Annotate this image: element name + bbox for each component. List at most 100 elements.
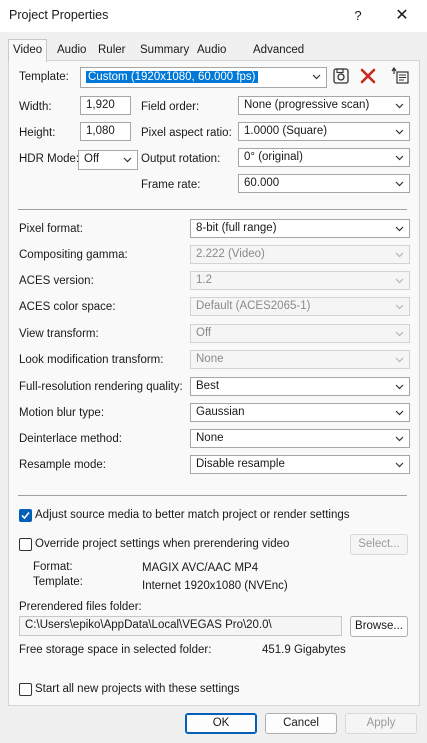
tab-audio-cd[interactable]: Audio CD	[193, 41, 230, 75]
tab-advanced[interactable]: Advanced	[249, 41, 308, 60]
output-rotation-dropdown[interactable]: 0° (original)	[238, 148, 410, 167]
apply-button: Apply	[345, 713, 417, 734]
aces-version-value: 1.2	[196, 274, 212, 286]
width-label: Width:	[19, 101, 52, 113]
chevron-down-icon	[395, 276, 404, 285]
motion-blur-type-label: Motion blur type:	[19, 407, 105, 419]
pixel-format-dropdown[interactable]: 8-bit (full range)	[190, 219, 410, 238]
free-space-label: Free storage space in selected folder:	[19, 644, 212, 656]
aces-version-label: ACES version:	[19, 275, 94, 287]
pixel-aspect-ratio-dropdown[interactable]: 1.0000 (Square)	[238, 122, 410, 141]
template-label: Template:	[19, 71, 69, 83]
chevron-down-icon	[395, 329, 404, 338]
override-prerender-checkbox[interactable]	[19, 538, 32, 551]
checkmark-icon	[21, 511, 30, 520]
template-value: Custom (1920x1080, 60.000 fps)	[86, 71, 258, 83]
field-order-label: Field order:	[141, 101, 200, 113]
chevron-down-icon	[395, 179, 404, 188]
resample-mode-label: Resample mode:	[19, 459, 106, 471]
close-button[interactable]: ✕	[390, 5, 414, 27]
prerender-format-value: MAGIX AVC/AAC MP4	[142, 562, 259, 574]
view-transform-value: Off	[196, 327, 212, 339]
hdr-mode-dropdown[interactable]: Off	[78, 150, 138, 170]
browse-button[interactable]: Browse...	[350, 616, 408, 637]
select-button: Select...	[350, 534, 408, 555]
pixel-format-value: 8-bit (full range)	[196, 222, 277, 234]
separator	[18, 495, 407, 496]
tab-video[interactable]: Video	[8, 39, 48, 62]
deinterlace-method-value: None	[196, 432, 224, 444]
rendering-quality-label: Full-resolution rendering quality:	[19, 381, 183, 393]
deinterlace-method-label: Deinterlace method:	[19, 433, 122, 445]
tab-ruler[interactable]: Ruler	[94, 41, 129, 60]
frame-rate-value: 60.000	[244, 177, 280, 189]
aces-color-space-dropdown: Default (ACES2065-1)	[190, 297, 410, 316]
start-all-new-checkbox[interactable]	[19, 683, 32, 696]
resample-mode-dropdown[interactable]: Disable resample	[190, 455, 410, 474]
look-modification-transform-dropdown: None	[190, 350, 410, 369]
tab-summary[interactable]: Summary	[136, 41, 193, 60]
height-label: Height:	[19, 127, 56, 139]
resample-mode-value: Disable resample	[196, 458, 285, 470]
adjust-source-label: Adjust source media to better match proj…	[35, 509, 350, 521]
help-button[interactable]: ?	[347, 5, 369, 27]
chevron-down-icon	[395, 460, 404, 469]
chevron-down-icon	[395, 302, 404, 311]
chevron-down-icon	[395, 434, 404, 443]
adjust-source-checkbox[interactable]	[19, 509, 32, 522]
chevron-down-icon	[395, 224, 404, 233]
override-prerender-label: Override project settings when prerender…	[35, 538, 290, 550]
free-space-value: 451.9 Gigabytes	[262, 644, 346, 656]
pixel-aspect-ratio-value: 1.0000 (Square)	[244, 125, 328, 137]
save-template-icon[interactable]	[331, 66, 351, 86]
separator	[18, 209, 407, 210]
chevron-down-icon	[395, 408, 404, 417]
chevron-down-icon	[395, 153, 404, 162]
tab-audio[interactable]: Audio	[53, 41, 90, 60]
prerender-format-label: Format:	[33, 561, 73, 573]
hdr-mode-label: HDR Mode:	[19, 153, 80, 165]
ok-button[interactable]: OK	[185, 713, 257, 734]
frame-rate-label: Frame rate:	[141, 179, 201, 191]
prerendered-folder-label: Prerendered files folder:	[19, 601, 142, 613]
title-bar: Project Properties ? ✕	[0, 0, 427, 32]
prerendered-folder-input[interactable]: C:\Users\epiko\AppData\Local\VEGAS Pro\2…	[19, 616, 342, 636]
chevron-down-icon	[395, 250, 404, 259]
width-input[interactable]: 1,920	[80, 96, 131, 115]
output-rotation-value: 0° (original)	[244, 151, 303, 163]
look-modification-transform-value: None	[196, 353, 224, 365]
view-transform-label: View transform:	[19, 328, 99, 340]
field-order-dropdown[interactable]: None (progressive scan)	[238, 96, 410, 115]
compositing-gamma-value: 2.222 (Video)	[196, 248, 265, 260]
output-rotation-label: Output rotation:	[141, 153, 221, 165]
chevron-down-icon	[395, 382, 404, 391]
frame-rate-dropdown[interactable]: 60.000	[238, 174, 410, 193]
rendering-quality-value: Best	[196, 380, 220, 392]
rendering-quality-dropdown[interactable]: Best	[190, 377, 410, 396]
prerender-template-label: Template:	[33, 576, 83, 588]
deinterlace-method-dropdown[interactable]: None	[190, 429, 410, 448]
chevron-down-icon	[123, 155, 132, 164]
chevron-down-icon	[395, 355, 404, 364]
chevron-down-icon	[395, 127, 404, 136]
hdr-mode-value: Off	[84, 153, 100, 165]
delete-template-icon[interactable]	[358, 66, 378, 86]
aces-version-dropdown: 1.2	[190, 271, 410, 290]
aces-color-space-value: Default (ACES2065-1)	[196, 300, 311, 312]
template-dropdown[interactable]: Custom (1920x1080, 60.000 fps)	[80, 67, 327, 88]
aces-color-space-label: ACES color space:	[19, 301, 116, 313]
compositing-gamma-dropdown: 2.222 (Video)	[190, 245, 410, 264]
chevron-down-icon	[395, 101, 404, 110]
match-media-settings-icon[interactable]	[391, 66, 411, 86]
chevron-down-icon	[312, 72, 321, 81]
field-order-value: None (progressive scan)	[244, 99, 370, 111]
motion-blur-type-value: Gaussian	[196, 406, 245, 418]
cancel-button[interactable]: Cancel	[265, 713, 337, 734]
height-input[interactable]: 1,080	[80, 122, 131, 141]
prerender-template-value: Internet 1920x1080 (NVEnc)	[142, 580, 288, 592]
compositing-gamma-label: Compositing gamma:	[19, 249, 128, 261]
pixel-aspect-ratio-label: Pixel aspect ratio:	[141, 127, 232, 139]
motion-blur-type-dropdown[interactable]: Gaussian	[190, 403, 410, 422]
pixel-format-label: Pixel format:	[19, 223, 83, 235]
look-modification-transform-label: Look modification transform:	[19, 354, 164, 366]
